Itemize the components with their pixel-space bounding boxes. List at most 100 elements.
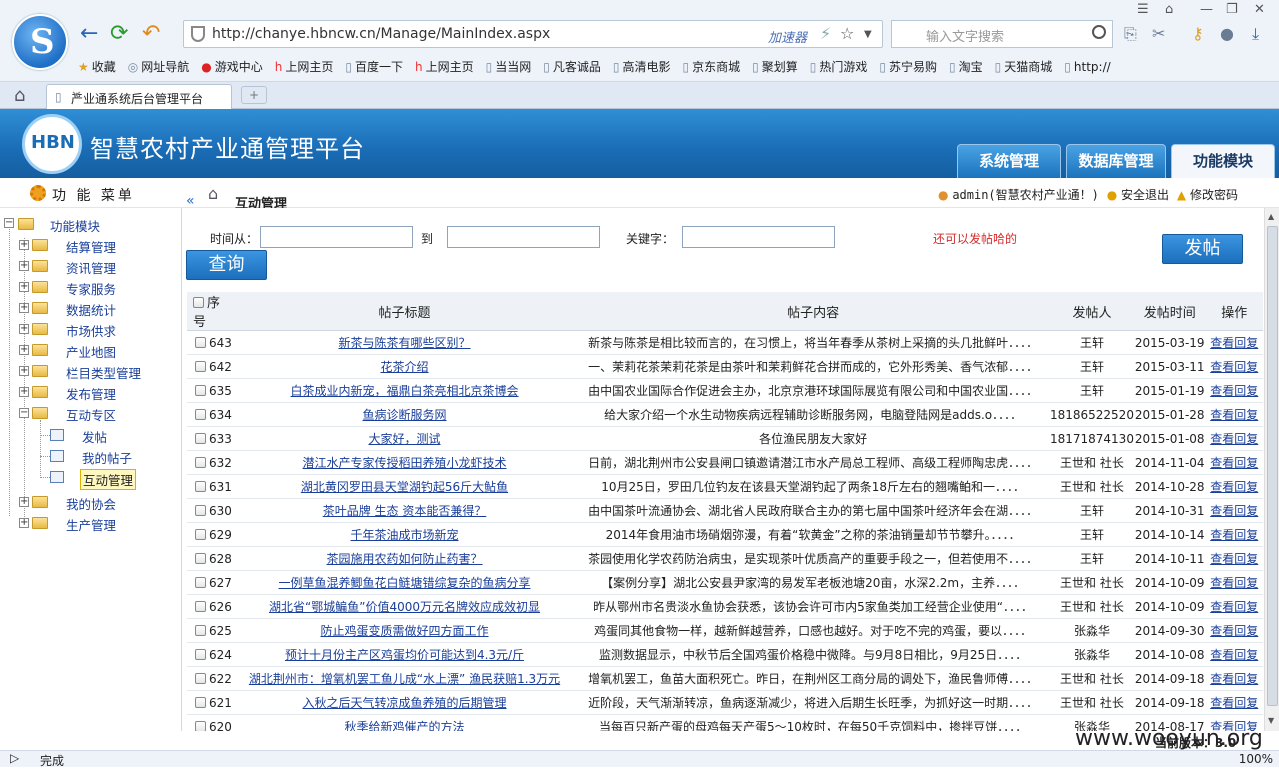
bookmark-item[interactable]: ▯ 高清电影 — [613, 58, 671, 75]
row-checkbox[interactable] — [195, 600, 206, 612]
address-url[interactable]: http://chanye.hbncw.cn/Manage/MainIndex.… — [212, 26, 550, 42]
refresh-icon[interactable]: ⟳ — [110, 22, 128, 46]
restore-icon[interactable]: ❐ — [1226, 2, 1238, 17]
row-checkbox[interactable] — [195, 432, 206, 444]
bookmark-item[interactable]: ▯ 天猫商城 — [995, 58, 1053, 75]
collapse-icon[interactable]: « — [186, 193, 195, 209]
skin-icon[interactable]: ⌂ — [1165, 2, 1173, 17]
time-from-input[interactable] — [260, 226, 413, 248]
post-title-link[interactable]: 一例草鱼混养鲫鱼花白鲢塘错综复杂的鱼病分享 — [279, 576, 531, 590]
view-reply-link[interactable]: 查看回复 — [1210, 672, 1258, 686]
bookmark-item[interactable]: ▯ 当当网 — [486, 58, 532, 75]
post-title-link[interactable]: 秋季给新鸡催产的方法 — [345, 720, 465, 731]
select-all-checkbox[interactable] — [193, 297, 204, 308]
sidebar-item-experts[interactable]: 专家服务 — [66, 279, 116, 298]
expand-toggle-icon[interactable]: + — [19, 261, 29, 271]
bookmark-item[interactable]: h 上网主页 — [275, 58, 334, 75]
expand-toggle-icon[interactable]: + — [19, 303, 29, 313]
row-checkbox[interactable] — [195, 408, 206, 420]
sidebar-item-stats[interactable]: 数据统计 — [66, 300, 116, 319]
bookmark-item[interactable]: h 上网主页 — [415, 58, 474, 75]
row-checkbox[interactable] — [195, 720, 206, 731]
row-checkbox[interactable] — [195, 624, 206, 636]
sidebar-item-interact-manage[interactable]: 互动管理 — [80, 469, 137, 490]
sidebar-item-post[interactable]: 发帖 — [82, 427, 107, 446]
expand-toggle-icon[interactable]: + — [19, 366, 29, 376]
tree-root[interactable]: 功能模块 — [50, 216, 100, 235]
sidebar-item-publish[interactable]: 发布管理 — [66, 384, 116, 403]
row-checkbox[interactable] — [195, 336, 206, 348]
row-checkbox[interactable] — [195, 552, 206, 564]
bookmark-item[interactable]: ▯ 聚划算 — [752, 58, 798, 75]
zoom-level[interactable]: 100% — [1239, 752, 1273, 766]
sidebar-item-interact[interactable]: 互动专区 — [66, 405, 116, 424]
address-bar[interactable]: http://chanye.hbncw.cn/Manage/MainIndex.… — [183, 20, 883, 48]
chat-icon[interactable]: ● — [1220, 24, 1234, 43]
view-reply-link[interactable]: 查看回复 — [1210, 624, 1258, 638]
accelerator-label[interactable]: 加速器 — [768, 27, 807, 46]
play-icon[interactable]: ▷ — [10, 751, 19, 765]
collapse-toggle-icon[interactable]: − — [19, 408, 29, 418]
browser-tab[interactable]: ▯ 产业通系统后台管理平台 ✕ — [46, 84, 232, 109]
view-reply-link[interactable]: 查看回复 — [1210, 384, 1258, 398]
expand-toggle-icon[interactable]: + — [19, 497, 29, 507]
sidebar-item-market[interactable]: 市场供求 — [66, 321, 116, 340]
star-icon[interactable]: ☆ — [840, 24, 854, 43]
search-box[interactable]: 输入文字搜索 — [891, 20, 1113, 48]
collapse-toggle-icon[interactable]: − — [4, 218, 14, 228]
row-checkbox[interactable] — [195, 528, 206, 540]
view-reply-link[interactable]: 查看回复 — [1210, 552, 1258, 566]
expand-toggle-icon[interactable]: + — [19, 282, 29, 292]
search-icon[interactable] — [1092, 25, 1106, 39]
view-reply-link[interactable]: 查看回复 — [1210, 528, 1258, 542]
view-reply-link[interactable]: 查看回复 — [1210, 336, 1258, 350]
scroll-down-icon[interactable]: ▼ — [1268, 716, 1274, 725]
back-icon[interactable]: ← — [80, 22, 98, 46]
row-checkbox[interactable] — [195, 360, 206, 372]
close-tab-icon[interactable]: ✕ — [71, 89, 223, 104]
view-reply-link[interactable]: 查看回复 — [1210, 576, 1258, 590]
post-title-link[interactable]: 茶叶品牌 生态 资本能否兼得？ — [323, 504, 487, 518]
scroll-up-icon[interactable]: ▲ — [1268, 212, 1274, 221]
row-checkbox[interactable] — [195, 480, 206, 492]
tab-system[interactable]: 系统管理 — [957, 144, 1061, 178]
menu-icon[interactable]: ☰ — [1137, 2, 1149, 17]
expand-toggle-icon[interactable]: + — [19, 518, 29, 528]
view-reply-link[interactable]: 查看回复 — [1210, 432, 1258, 446]
download-icon[interactable]: ⤓ — [1252, 24, 1259, 44]
dropdown-icon[interactable]: ▼ — [864, 29, 872, 40]
lightning-icon[interactable]: ⚡ — [820, 24, 831, 43]
tab-modules[interactable]: 功能模块 — [1171, 144, 1275, 178]
expand-toggle-icon[interactable]: + — [19, 345, 29, 355]
expand-toggle-icon[interactable]: + — [19, 387, 29, 397]
row-checkbox[interactable] — [195, 384, 206, 396]
post-title-link[interactable]: 鱼病诊断服务网 — [363, 408, 447, 422]
sidebar-item-production[interactable]: 生产管理 — [66, 515, 116, 534]
post-title-link[interactable]: 湖北省“鄂城鳊鱼”价值4000万元名牌效应成效初显 — [269, 600, 540, 614]
undo-icon[interactable]: ↶ — [142, 22, 160, 46]
post-title-link[interactable]: 新茶与陈茶有哪些区别？ — [339, 336, 471, 350]
search-placeholder[interactable]: 输入文字搜索 — [926, 26, 1004, 45]
bookmark-item[interactable]: ▯ http:// — [1064, 60, 1110, 74]
bookmark-item[interactable]: ◎ 网址导航 — [128, 58, 190, 75]
post-title-link[interactable]: 预计十月份主产区鸡蛋均价可能达到4.3元/斤 — [285, 648, 524, 662]
bookmark-item[interactable]: ▯ 苏宁易购 — [879, 58, 937, 75]
sidebar-item-news[interactable]: 资讯管理 — [66, 258, 116, 277]
view-reply-link[interactable]: 查看回复 — [1210, 504, 1258, 518]
scrollbar[interactable]: ▲ ▼ — [1264, 208, 1279, 731]
bookmark-item[interactable]: ▯ 热门游戏 — [810, 58, 868, 75]
bookmark-item[interactable]: ▯ 百度一下 — [345, 58, 403, 75]
logout-link[interactable]: 安全退出 — [1121, 188, 1169, 202]
row-checkbox[interactable] — [195, 576, 206, 588]
sidebar-item-my-posts[interactable]: 我的帖子 — [82, 448, 132, 467]
row-checkbox[interactable] — [195, 456, 206, 468]
close-window-icon[interactable]: ✕ — [1254, 2, 1265, 17]
minimize-icon[interactable]: — — [1200, 2, 1213, 17]
row-checkbox[interactable] — [195, 648, 206, 660]
query-button[interactable]: 查询 — [186, 250, 267, 280]
view-reply-link[interactable]: 查看回复 — [1210, 456, 1258, 470]
view-reply-link[interactable]: 查看回复 — [1210, 600, 1258, 614]
view-reply-link[interactable]: 查看回复 — [1210, 408, 1258, 422]
bookmark-item[interactable]: ▯ 凡客诚品 — [543, 58, 601, 75]
scroll-thumb[interactable] — [1267, 226, 1278, 706]
